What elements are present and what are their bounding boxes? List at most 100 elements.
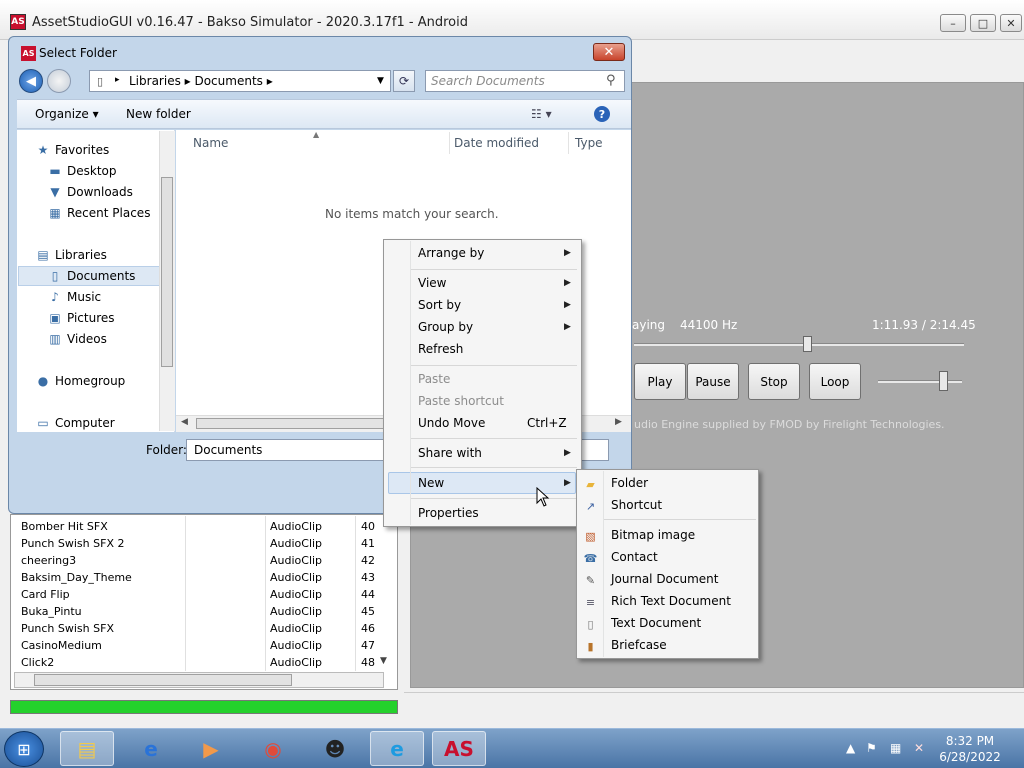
system-clock[interactable]: 8:32 PM 6/28/2022 bbox=[930, 733, 1010, 765]
asset-path-id: 47 bbox=[361, 639, 375, 652]
folder-input-value[interactable]: Documents bbox=[194, 443, 262, 457]
scroll-right-icon[interactable]: ▶ bbox=[615, 417, 622, 427]
new-menu-item-shortcut[interactable]: Shortcut bbox=[611, 498, 662, 512]
new-menu-item-text-document[interactable]: Text Document bbox=[611, 616, 701, 630]
empty-message: No items match your search. bbox=[325, 207, 499, 221]
search-icon[interactable]: ⚲ bbox=[606, 73, 616, 88]
folder-icon: ▰ bbox=[586, 478, 595, 491]
close-button[interactable]: ✕ bbox=[1000, 14, 1022, 32]
menu-separator bbox=[411, 498, 577, 499]
nav-item-recent-places[interactable]: ▦ Recent Places bbox=[47, 206, 150, 220]
seek-slider-thumb[interactable] bbox=[803, 336, 812, 352]
new-folder-button[interactable]: New folder bbox=[126, 107, 191, 121]
nav-item-desktop[interactable]: ▬ Desktop bbox=[47, 164, 116, 178]
network-icon[interactable]: ▦ bbox=[890, 741, 901, 755]
menu-separator bbox=[411, 269, 577, 270]
minimize-button[interactable]: – bbox=[940, 14, 966, 32]
assetstudio-icon[interactable]: AS bbox=[432, 731, 486, 766]
menu-item-view[interactable]: View ▶ bbox=[418, 276, 578, 290]
menu-item-refresh[interactable]: Refresh bbox=[418, 342, 578, 356]
pause-button[interactable]: Pause bbox=[687, 363, 739, 400]
table-row[interactable]: Bomber Hit SFX AudioClip 40 bbox=[12, 518, 388, 535]
loop-button[interactable]: Loop bbox=[809, 363, 861, 400]
nav-item-documents[interactable]: ▯ Documents bbox=[47, 269, 136, 283]
table-row[interactable]: cheering3 AudioClip 42 bbox=[12, 552, 388, 569]
menu-item-properties[interactable]: Properties bbox=[418, 506, 578, 520]
maximize-button[interactable]: □ bbox=[970, 14, 996, 32]
nav-item-libraries[interactable]: ▤ Libraries bbox=[35, 248, 107, 262]
volume-muted-icon[interactable]: ✕ bbox=[914, 741, 924, 755]
asset-path-id: 41 bbox=[361, 537, 375, 550]
chrome-icon[interactable]: ◉ bbox=[246, 731, 300, 766]
asset-type: AudioClip bbox=[270, 656, 323, 669]
address-path[interactable]: Libraries ▸ Documents ▸ bbox=[129, 74, 273, 88]
submenu-arrow-icon: ▶ bbox=[564, 300, 571, 310]
column-header-name[interactable]: Name bbox=[193, 136, 228, 150]
seek-slider[interactable] bbox=[634, 343, 964, 346]
scroll-left-icon[interactable]: ◀ bbox=[181, 417, 188, 427]
table-row[interactable]: CasinoMedium AudioClip 47 bbox=[12, 637, 388, 654]
column-header-type[interactable]: Type bbox=[575, 136, 603, 150]
nav-item-computer[interactable]: ▭ Computer bbox=[35, 416, 114, 430]
asset-name: Click2 bbox=[21, 656, 55, 669]
forward-button[interactable] bbox=[47, 69, 71, 93]
menu-item-new[interactable]: New ▶ bbox=[418, 476, 578, 490]
nav-item-homegroup[interactable]: ● Homegroup bbox=[35, 374, 126, 388]
new-menu-item-contact[interactable]: Contact bbox=[611, 550, 658, 564]
address-dropdown-icon[interactable]: ▼ bbox=[377, 76, 384, 86]
table-row[interactable]: Punch Swish SFX 2 AudioClip 41 bbox=[12, 535, 388, 552]
raccoon-app-icon[interactable]: ☻ bbox=[308, 731, 362, 766]
new-menu-item-bitmap-image[interactable]: Bitmap image bbox=[611, 528, 695, 542]
menu-item-undo-move[interactable]: Undo Move Ctrl+Z bbox=[418, 416, 578, 430]
internet-explorer-icon[interactable]: e bbox=[124, 731, 178, 766]
new-menu-item-folder[interactable]: Folder bbox=[611, 476, 648, 490]
asset-type: AudioClip bbox=[270, 554, 323, 567]
table-row[interactable]: Punch Swish SFX AudioClip 46 bbox=[12, 620, 388, 637]
menu-item-label: Group by bbox=[418, 320, 474, 334]
table-row[interactable]: Click2 AudioClip 48 bbox=[12, 654, 388, 671]
menu-item-arrange-by[interactable]: Arrange by ▶ bbox=[418, 246, 578, 260]
videos-icon: ▥ bbox=[49, 332, 61, 346]
refresh-icon[interactable]: ⟳ bbox=[393, 70, 415, 92]
nav-item-music[interactable]: ♪ Music bbox=[47, 290, 101, 304]
nav-item-favorites[interactable]: ★ Favorites bbox=[35, 143, 110, 157]
table-row[interactable]: Buka_Pintu AudioClip 45 bbox=[12, 603, 388, 620]
nav-item-videos[interactable]: ▥ Videos bbox=[47, 332, 107, 346]
media-player-icon[interactable]: ▶ bbox=[184, 731, 238, 766]
nav-item-downloads[interactable]: ▼ Downloads bbox=[47, 185, 133, 199]
show-hidden-icons-icon[interactable]: ▲ bbox=[846, 741, 855, 755]
back-button[interactable]: ◀ bbox=[19, 69, 43, 93]
briefcase-icon: ▮ bbox=[587, 640, 594, 653]
new-menu-item-briefcase[interactable]: Briefcase bbox=[611, 638, 667, 652]
play-button[interactable]: Play bbox=[634, 363, 686, 400]
menu-item-group-by[interactable]: Group by ▶ bbox=[418, 320, 578, 334]
stop-button[interactable]: Stop bbox=[748, 363, 800, 400]
start-button-icon[interactable]: ⊞ bbox=[4, 731, 44, 767]
homegroup-icon: ● bbox=[37, 374, 49, 388]
volume-slider[interactable] bbox=[878, 380, 962, 383]
new-menu-item-journal-document[interactable]: Journal Document bbox=[611, 572, 718, 586]
volume-slider-thumb[interactable] bbox=[939, 371, 948, 391]
organize-button[interactable]: Organize ▾ bbox=[35, 107, 99, 121]
menu-item-share-with[interactable]: Share with ▶ bbox=[418, 446, 578, 460]
scroll-down-icon[interactable]: ▼ bbox=[380, 656, 387, 666]
help-icon[interactable]: ? bbox=[594, 106, 610, 122]
nav-item-label: Documents bbox=[67, 269, 136, 283]
table-row[interactable]: Baksim_Day_Theme AudioClip 43 bbox=[12, 569, 388, 586]
submenu-arrow-icon: ▶ bbox=[564, 278, 571, 288]
dialog-close-button[interactable]: ✕ bbox=[593, 43, 625, 61]
asset-list-hscroll-thumb[interactable] bbox=[34, 674, 292, 686]
column-header-date-modified[interactable]: Date modified bbox=[454, 136, 539, 150]
edge-icon[interactable]: e bbox=[370, 731, 424, 766]
file-list-hscroll-thumb[interactable] bbox=[196, 418, 396, 429]
action-center-flag-icon[interactable]: ⚑ bbox=[866, 741, 877, 755]
menu-item-sort-by[interactable]: Sort by ▶ bbox=[418, 298, 578, 312]
change-view-icon[interactable]: ☷ ▾ bbox=[531, 107, 552, 121]
progress-bar bbox=[10, 700, 398, 714]
file-explorer-icon[interactable]: ▤ bbox=[60, 731, 114, 766]
menu-item-label: Arrange by bbox=[418, 246, 485, 260]
nav-item-pictures[interactable]: ▣ Pictures bbox=[47, 311, 114, 325]
new-menu-item-rich-text-document[interactable]: Rich Text Document bbox=[611, 594, 731, 608]
table-row[interactable]: Card Flip AudioClip 44 bbox=[12, 586, 388, 603]
nav-scrollbar-thumb[interactable] bbox=[161, 177, 173, 367]
